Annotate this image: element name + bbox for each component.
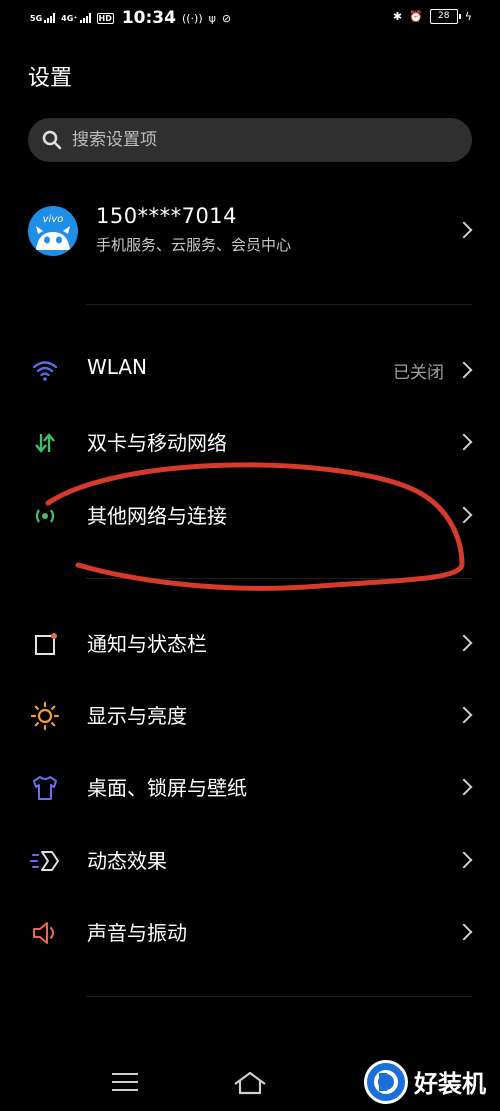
- settings-item-label: 其他网络与连接: [87, 504, 227, 528]
- avatar: vivo: [28, 206, 78, 256]
- chevron-right-icon: [455, 778, 473, 796]
- sync-icon: ⊘: [221, 11, 232, 25]
- signal-bars-icon: [44, 13, 56, 23]
- wifi-icon: [30, 356, 60, 386]
- settings-item-wlan[interactable]: WLAN 已关闭: [0, 340, 500, 400]
- settings-item-dual-sim[interactable]: 双卡与移动网络: [0, 412, 500, 472]
- speaker-icon: [30, 918, 60, 948]
- settings-item-display[interactable]: 显示与亮度: [0, 685, 500, 745]
- network-type-1: 5G: [30, 14, 43, 23]
- chevron-right-icon: [455, 634, 473, 652]
- settings-item-label: 通知与状态栏: [87, 632, 207, 656]
- status-right: ✱ ⏰ 28 ϟ: [393, 9, 472, 24]
- search-input[interactable]: [70, 129, 454, 151]
- chevron-right-icon: [455, 506, 473, 524]
- usb-icon: ψ: [208, 11, 216, 25]
- chevron-right-icon: [455, 923, 473, 941]
- account-name: 150****7014: [96, 204, 238, 228]
- status-left: 5G 4G⁺ HD 10:34 ((·)) ψ ⊘: [30, 8, 231, 28]
- hd-voice-icon: HD: [96, 12, 114, 24]
- clock: 10:34: [121, 8, 176, 28]
- watermark-icon: [364, 1060, 408, 1104]
- shirt-icon: [30, 773, 60, 803]
- mobile-data-icon: [30, 428, 60, 458]
- notification-icon: [30, 629, 60, 659]
- settings-item-wallpaper[interactable]: 桌面、锁屏与壁纸: [0, 757, 500, 817]
- network-type-2: 4G⁺: [61, 14, 78, 23]
- status-bar: 5G 4G⁺ HD 10:34 ((·)) ψ ⊘ ✱ ⏰ 28 ϟ: [0, 0, 500, 38]
- divider: [86, 304, 472, 305]
- alarm-icon: ⏰: [409, 10, 423, 23]
- chevron-right-icon: [455, 221, 473, 239]
- settings-item-label: WLAN: [87, 355, 148, 379]
- account-subtitle: 手机服务、云服务、会员中心: [96, 236, 292, 254]
- other-network-icon: [30, 501, 60, 531]
- home-button[interactable]: [232, 1069, 268, 1101]
- settings-item-label: 桌面、锁屏与壁纸: [87, 776, 247, 800]
- battery-icon: 28: [429, 9, 461, 24]
- recent-apps-button[interactable]: [112, 1073, 138, 1093]
- page-title: 设置: [28, 66, 73, 91]
- settings-item-label: 动态效果: [87, 849, 167, 873]
- chevron-right-icon: [455, 433, 473, 451]
- signal-bars-icon: [79, 13, 91, 23]
- chevron-right-icon: [455, 706, 473, 724]
- search-icon: [42, 130, 62, 150]
- settings-item-other-network[interactable]: 其他网络与连接: [0, 485, 500, 545]
- sun-icon: [30, 701, 60, 731]
- chevron-right-icon: [455, 851, 473, 869]
- settings-item-motion[interactable]: 动态效果: [0, 830, 500, 890]
- signal-indicator-2: 4G⁺: [61, 13, 91, 23]
- signal-indicator-1: 5G: [30, 13, 56, 23]
- search-bar[interactable]: [28, 118, 472, 162]
- wlan-status: 已关闭: [393, 363, 444, 383]
- watermark-text: 好装机: [414, 1070, 486, 1098]
- settings-item-label: 显示与亮度: [87, 704, 187, 728]
- settings-item-label: 双卡与移动网络: [87, 431, 227, 455]
- divider: [86, 996, 472, 997]
- account-row[interactable]: vivo 150****7014 手机服务、云服务、会员中心: [0, 190, 500, 270]
- hotspot-icon: ((·)): [181, 11, 203, 25]
- vivo-mascot-icon: [36, 226, 70, 250]
- settings-item-notifications[interactable]: 通知与状态栏: [0, 613, 500, 673]
- chevron-right-icon: [455, 361, 473, 379]
- divider: [86, 578, 472, 579]
- settings-item-label: 声音与振动: [87, 921, 187, 945]
- watermark-logo: 好装机: [362, 1058, 500, 1108]
- motion-icon: [30, 846, 60, 876]
- home-icon: [234, 1071, 266, 1095]
- bluetooth-icon: ✱: [392, 10, 403, 23]
- charging-icon: ϟ: [464, 10, 472, 23]
- settings-item-sound[interactable]: 声音与振动: [0, 902, 500, 962]
